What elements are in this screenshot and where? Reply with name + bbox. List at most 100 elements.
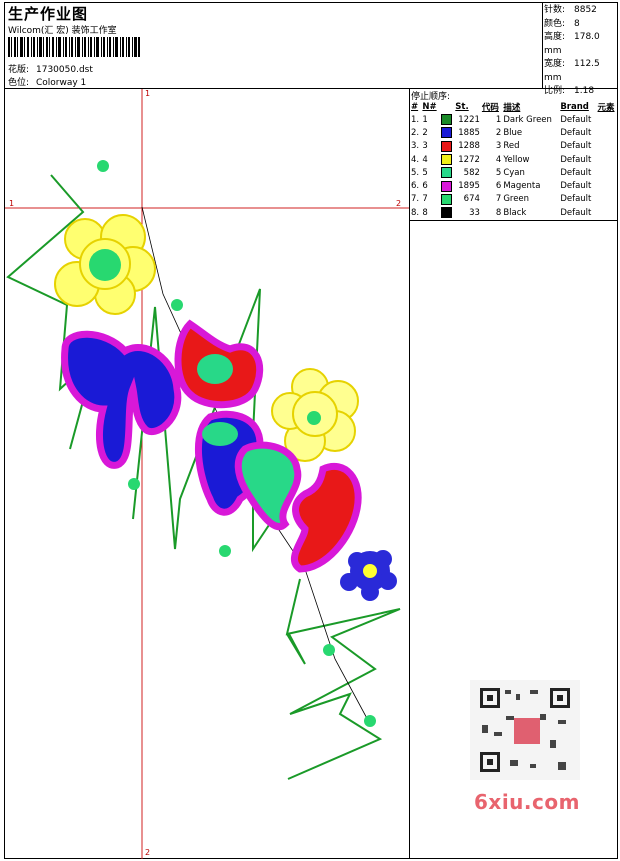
color-swatch-box [440,193,452,205]
color-swatch [440,113,455,126]
v-axis-bottom-label: 2 [145,848,151,857]
color-description: Black [503,207,527,218]
scale-value: 1.18 [574,86,595,96]
color-swatch-box [440,140,452,152]
watermark-text: 6xiu.com [474,790,580,814]
design-file-row: 花版: 1730050.dst [8,62,93,75]
stitch-count: 674 [463,194,480,205]
height-label: 高度: [544,32,566,42]
needle-number: 1 [422,114,428,125]
table-row: 8. 8 33 8 Black Default [410,206,618,219]
table-row: 5. 5 582 5 Cyan Default [410,166,618,179]
color-swatch [440,206,455,219]
col-code: 代码 [481,102,499,113]
color-description: Dark Green [503,114,552,125]
color-swatch [440,179,455,192]
element [597,113,618,126]
col-index: # [411,101,419,112]
qr-center-logo [514,718,540,744]
color-swatch-box [440,167,452,179]
table-row: 3. 3 1288 3 Red Default [410,140,618,153]
stats-divider [542,2,543,89]
color-code: 5 [495,167,502,178]
stop-sequence-table: # N# St. 代码 描述 Brand 元素 1. 1 1221 1 Dark Gre… [410,100,618,219]
qr-code-image [470,680,580,780]
color-description: Blue [503,127,523,138]
color-swatch [440,126,455,139]
blue-flower-center [363,564,377,578]
v-axis-top-label: 1 [145,89,151,98]
color-description: Red [503,141,520,152]
col-needle: N# [422,101,437,112]
embroidery-design-canvas [5,89,409,859]
needle-number: 2 [422,127,428,138]
colorway-label: 色位: [8,78,30,88]
thread-brand: Default [560,114,592,125]
table-row: 1. 1 1221 1 Dark Green Default [410,113,618,126]
color-swatch-box [440,114,452,126]
color-code: 4 [495,154,502,165]
needle-number: 6 [422,181,428,192]
color-code: 7 [495,194,502,205]
thread-brand: Default [560,141,592,152]
element [597,153,618,166]
color-code: 8 [495,207,502,218]
design-file-label: 花版: [8,65,30,75]
stop-index: 4. [411,154,420,165]
stitches-value: 8852 [574,5,597,15]
color-swatch-box [440,207,452,219]
studio-name: Wilcom(汇 宏) 装饰工作室 [8,26,117,36]
stop-index: 2. [411,127,420,138]
stitch-count: 33 [469,207,480,218]
thread-brand: Default [560,207,592,218]
color-swatch-box [440,127,452,139]
element [597,179,618,192]
thread-brand: Default [560,127,592,138]
color-swatch [440,153,455,166]
design-file-value: 1730050.dst [36,65,93,75]
flower-center-left [89,249,121,281]
color-code: 1 [495,114,502,125]
element [597,206,618,219]
needle-number: 5 [422,167,428,178]
stop-index: 1. [411,114,420,125]
scale-label: 比例: [544,86,566,96]
stop-index: 8. [411,207,420,218]
thread-brand: Default [560,194,592,205]
needle-number: 4 [422,154,428,165]
stitch-count: 582 [463,167,480,178]
color-swatch-box [440,154,452,166]
thread-brand: Default [560,154,592,165]
page-title: 生产作业图 [8,5,89,23]
stop-index: 6. [411,181,420,192]
design-stats: 针数: 8852 颜色: 8 高度: 178.0 mm 宽度: 112.5 mm 比例:… [544,4,620,99]
element [597,126,618,139]
color-description: Yellow [503,154,530,165]
stitch-count: 1288 [458,141,480,152]
color-description: Green [503,194,530,205]
barcode [8,37,140,57]
color-swatch [440,140,455,153]
color-description: Magenta [503,181,541,192]
stop-table-divider [409,220,618,221]
color-code: 3 [495,141,502,152]
color-swatch [440,193,455,206]
col-stitches: St. [455,101,469,112]
colorway-row: 色位: Colorway 1 [8,75,86,88]
thread-brand: Default [560,181,592,192]
stitches-label: 针数: [544,5,566,15]
letter-y-red [290,462,362,573]
stitch-count: 1885 [458,127,480,138]
table-row: 7. 7 674 7 Green Default [410,193,618,206]
stitch-count: 1272 [458,154,480,165]
table-row: 4. 4 1272 4 Yellow Default [410,153,618,166]
thread-brand: Default [560,167,592,178]
color-swatch-box [440,180,452,192]
colors-label: 颜色: [544,18,566,29]
table-header-row: # N# St. 代码 描述 Brand 元素 [410,100,618,113]
colorway-value: Colorway 1 [36,78,87,88]
letter-a [174,319,264,409]
stop-index: 5. [411,167,420,178]
element [597,193,618,206]
flower-center-right [307,411,321,425]
